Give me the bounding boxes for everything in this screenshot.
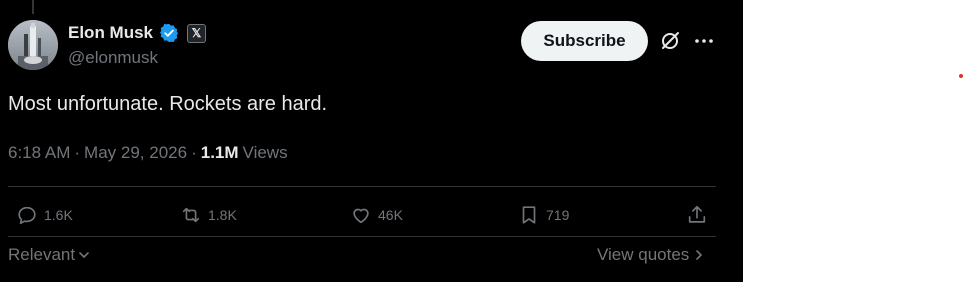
avatar[interactable] <box>8 20 58 70</box>
chevron-down-icon <box>79 252 89 258</box>
more-options-icon[interactable] <box>693 30 715 52</box>
repost-count: 1.8K <box>208 207 237 223</box>
reply-icon <box>18 206 36 225</box>
author-handle[interactable]: @elonmusk <box>68 48 158 68</box>
view-quotes-label: View quotes <box>597 245 690 264</box>
red-dot-marker <box>959 74 963 78</box>
share-button[interactable] <box>686 204 708 226</box>
heart-icon <box>353 208 369 224</box>
chevron-right-icon <box>696 250 703 260</box>
like-count: 46K <box>378 207 403 223</box>
rocket-launch-photo <box>8 20 58 70</box>
repost-icon <box>182 207 200 223</box>
views-count: 1.1M <box>200 143 239 162</box>
x-affiliation-icon: 𝕏 <box>187 23 207 43</box>
repost-button[interactable]: 1.8K <box>180 204 237 226</box>
share-icon <box>688 205 706 223</box>
divider <box>8 236 716 237</box>
author-name[interactable]: Elon Musk <box>68 23 153 43</box>
separator-dot: · <box>74 143 81 162</box>
reply-button[interactable]: 1.6K <box>16 204 73 226</box>
bookmark-count: 719 <box>546 207 570 223</box>
tweet-time[interactable]: 6:18 AM <box>8 143 70 163</box>
tweet-metadata: 6:18 AM · May 29, 2026 · 1.1M Views <box>8 143 288 163</box>
author-name-row[interactable]: Elon Musk 𝕏 <box>68 23 207 43</box>
views-label: Views <box>242 143 288 162</box>
subscribe-button[interactable]: Subscribe <box>521 21 648 61</box>
view-quotes-link[interactable]: View quotes <box>597 245 705 265</box>
sort-label: Relevant <box>8 245 76 264</box>
reply-count: 1.6K <box>44 207 73 223</box>
grok-icon[interactable] <box>659 30 681 52</box>
bookmark-icon <box>522 206 536 224</box>
verified-badge-icon <box>159 23 179 43</box>
reply-sort-dropdown[interactable]: Relevant <box>8 245 91 265</box>
thread-line <box>32 0 34 14</box>
tweet-text: Most unfortunate. Rockets are hard. <box>8 93 328 115</box>
tweet-date[interactable]: May 29, 2026 <box>84 143 187 163</box>
tweet-panel: Elon Musk 𝕏 @elonmusk Subscribe Most unf… <box>0 0 743 282</box>
separator-dot: · <box>191 143 197 162</box>
bookmark-button[interactable]: 719 <box>518 204 569 226</box>
divider <box>8 186 716 187</box>
like-button[interactable]: 46K <box>350 204 403 226</box>
